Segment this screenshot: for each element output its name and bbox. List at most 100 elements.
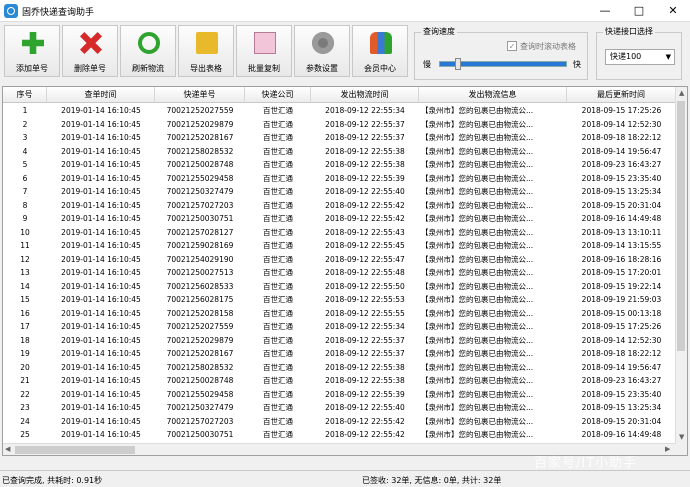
cell-sent-time: 2018-09-12 22:55:38: [325, 160, 405, 169]
express-table[interactable]: 序号 查单时间 快递单号 快递公司 发出物流时间 发出物流信息 最后更新时间 1…: [2, 86, 688, 456]
column-header-tracking-number[interactable]: 快递单号: [155, 87, 245, 103]
cell-sent-info: 【泉州市】您的包裹已由物流公...: [421, 349, 534, 358]
cell-index: 14: [20, 281, 30, 291]
column-header-courier[interactable]: 快递公司: [245, 87, 311, 103]
cell-sent-info: 【泉州市】您的包裹已由物流公...: [421, 119, 534, 129]
maximize-button[interactable]: □: [622, 0, 656, 22]
table-row[interactable]: 20 2019-01-14 16:10:45 70021258028532 百世汇通 2…: [3, 361, 676, 375]
table-row[interactable]: 24 2019-01-14 16:10:45 70021257027203 百世汇通 2…: [3, 415, 676, 429]
export-table-button[interactable]: 导出表格: [178, 25, 234, 77]
table-row[interactable]: 1 2019-01-14 16:10:45 70021252027559 百世汇通 20…: [3, 104, 676, 118]
cell-index: 22: [20, 389, 30, 399]
vertical-scroll-thumb[interactable]: [677, 101, 685, 351]
cell-courier: 百世汇通: [263, 295, 293, 304]
column-header-query-time[interactable]: 查单时间: [47, 87, 155, 103]
cell-sent-info: 【泉州市】您的包裹已由物流公...: [421, 376, 534, 385]
table-row[interactable]: 16 2019-01-14 16:10:45 70021252028158 百世汇通 2…: [3, 307, 676, 321]
delete-icon: [80, 32, 102, 54]
delete-number-button[interactable]: 删除单号: [62, 25, 118, 77]
table-row[interactable]: 6 2019-01-14 16:10:45 70021255029458 百世汇通 20…: [3, 172, 676, 186]
scroll-table-checkbox[interactable]: ✓: [507, 41, 517, 51]
cell-courier: 百世汇通: [263, 322, 293, 331]
cell-last-update: 2018-09-15 17:20:01: [581, 268, 662, 277]
scroll-right-icon[interactable]: ▶: [665, 445, 670, 453]
close-button[interactable]: ✕: [656, 0, 690, 22]
table-row[interactable]: 9 2019-01-14 16:10:45 70021250030751 百世汇通 20…: [3, 212, 676, 226]
refresh-logistics-button[interactable]: 刷新物流: [120, 25, 176, 77]
member-center-button[interactable]: 会员中心: [352, 25, 408, 77]
minimize-button[interactable]: —: [588, 0, 622, 22]
table-row[interactable]: 21 2019-01-14 16:10:45 70021250028748 百世汇通 2…: [3, 374, 676, 388]
cell-sent-info: 【泉州市】您的包裹已由物流公...: [421, 254, 534, 264]
table-row[interactable]: 15 2019-01-14 16:10:45 70021256028175 百世汇通 2…: [3, 293, 676, 307]
column-header-index[interactable]: 序号: [3, 87, 47, 103]
cell-index: 15: [20, 295, 30, 304]
table-row[interactable]: 11 2019-01-14 16:10:45 70021259028169 百世汇通 2…: [3, 239, 676, 253]
cell-courier: 百世汇通: [263, 146, 293, 156]
cell-query-time: 2019-01-14 16:10:45: [61, 119, 141, 129]
cell-tracking-number: 70021256028175: [166, 295, 234, 304]
add-number-label: 添加单号: [16, 64, 48, 73]
cell-courier: 百世汇通: [263, 214, 293, 223]
refresh-icon: [138, 32, 160, 54]
table-row[interactable]: 22 2019-01-14 16:10:45 70021255029458 百世汇通 2…: [3, 388, 676, 402]
cell-tracking-number: 70021250028748: [166, 376, 234, 385]
cell-courier: 百世汇通: [263, 227, 293, 237]
table-row[interactable]: 3 2019-01-14 16:10:45 70021252028167 百世汇通 20…: [3, 131, 676, 145]
add-number-button[interactable]: 添加单号: [4, 25, 60, 77]
column-header-sent-time[interactable]: 发出物流时间: [311, 87, 419, 103]
api-select-dropdown[interactable]: 快递100 ▼: [605, 49, 675, 65]
cell-query-time: 2019-01-14 16:10:45: [61, 227, 141, 237]
cell-sent-time: 2018-09-12 22:55:43: [325, 227, 405, 237]
cell-courier: 百世汇通: [263, 160, 293, 169]
table-row[interactable]: 13 2019-01-14 16:10:45 70021250027513 百世汇通 2…: [3, 266, 676, 280]
cell-courier: 百世汇通: [263, 268, 293, 277]
scroll-left-icon[interactable]: ◀: [5, 445, 10, 453]
slider-thumb[interactable]: [455, 58, 461, 70]
table-row[interactable]: 12 2019-01-14 16:10:45 70021254029190 百世汇通 2…: [3, 253, 676, 267]
cell-last-update: 2018-09-14 12:52:30: [581, 119, 662, 129]
refresh-logistics-label: 刷新物流: [132, 64, 164, 73]
status-bar: 已查询完成, 共耗时: 0.91秒 已签收: 32单, 无信息: 0单, 共计:…: [0, 470, 690, 487]
cell-last-update: 2018-09-13 13:10:11: [581, 227, 662, 237]
table-row[interactable]: 5 2019-01-14 16:10:45 70021250028748 百世汇通 20…: [3, 158, 676, 172]
vertical-scrollbar[interactable]: ▲ ▼: [675, 87, 687, 455]
cell-sent-info: 【泉州市】您的包裹已由物流公...: [421, 308, 534, 318]
cell-last-update: 2018-09-18 18:22:12: [581, 349, 662, 358]
cell-courier: 百世汇通: [263, 119, 293, 129]
cell-sent-time: 2018-09-12 22:55:34: [325, 106, 405, 115]
cell-query-time: 2019-01-14 16:10:45: [61, 416, 141, 426]
horizontal-scroll-thumb[interactable]: [15, 446, 135, 454]
cell-sent-info: 【泉州市】您的包裹已由物流公...: [421, 133, 534, 142]
table-row[interactable]: 25 2019-01-14 16:10:45 70021250030751 百世汇通 2…: [3, 428, 676, 442]
table-row[interactable]: 10 2019-01-14 16:10:45 70021257028127 百世汇通 2…: [3, 226, 676, 240]
cell-last-update: 2018-09-23 16:43:27: [581, 160, 662, 169]
table-row[interactable]: 7 2019-01-14 16:10:45 70021250327479 百世汇通 20…: [3, 185, 676, 199]
scroll-up-icon[interactable]: ▲: [679, 89, 684, 97]
cell-courier: 百世汇通: [263, 416, 293, 426]
api-select-group: 快递接口选择 快递100 ▼: [596, 26, 682, 80]
table-row[interactable]: 23 2019-01-14 16:10:45 70021250327479 百世汇通 2…: [3, 401, 676, 415]
table-row[interactable]: 4 2019-01-14 16:10:45 70021258028532 百世汇通 20…: [3, 145, 676, 159]
table-row[interactable]: 18 2019-01-14 16:10:45 70021252029879 百世汇通 2…: [3, 334, 676, 348]
settings-button[interactable]: 参数设置: [294, 25, 350, 77]
cell-tracking-number: 70021255029458: [166, 173, 234, 183]
column-header-last-update[interactable]: 最后更新时间: [567, 87, 676, 103]
scroll-table-label: 查询时滚动表格: [520, 42, 576, 51]
cell-sent-time: 2018-09-12 22:55:42: [325, 416, 405, 426]
cell-query-time: 2019-01-14 16:10:45: [61, 254, 141, 264]
cell-index: 13: [20, 268, 30, 277]
batch-copy-button[interactable]: 批量复制: [236, 25, 292, 77]
cell-last-update: 2018-09-15 13:25:34: [581, 403, 662, 412]
cell-sent-time: 2018-09-12 22:55:55: [325, 308, 405, 318]
table-row[interactable]: 17 2019-01-14 16:10:45 70021252027559 百世汇通 2…: [3, 320, 676, 334]
table-row[interactable]: 2 2019-01-14 16:10:45 70021252029879 百世汇通 20…: [3, 118, 676, 132]
cell-tracking-number: 70021250030751: [166, 214, 234, 223]
cell-tracking-number: 70021258028532: [166, 362, 234, 372]
scroll-down-icon[interactable]: ▼: [679, 433, 684, 441]
table-row[interactable]: 14 2019-01-14 16:10:45 70021256028533 百世汇通 2…: [3, 280, 676, 294]
table-row[interactable]: 19 2019-01-14 16:10:45 70021252028167 百世汇通 2…: [3, 347, 676, 361]
table-row[interactable]: 8 2019-01-14 16:10:45 70021257027203 百世汇通 20…: [3, 199, 676, 213]
column-header-sent-info[interactable]: 发出物流信息: [419, 87, 567, 103]
cell-sent-time: 2018-09-12 22:55:39: [325, 173, 405, 183]
